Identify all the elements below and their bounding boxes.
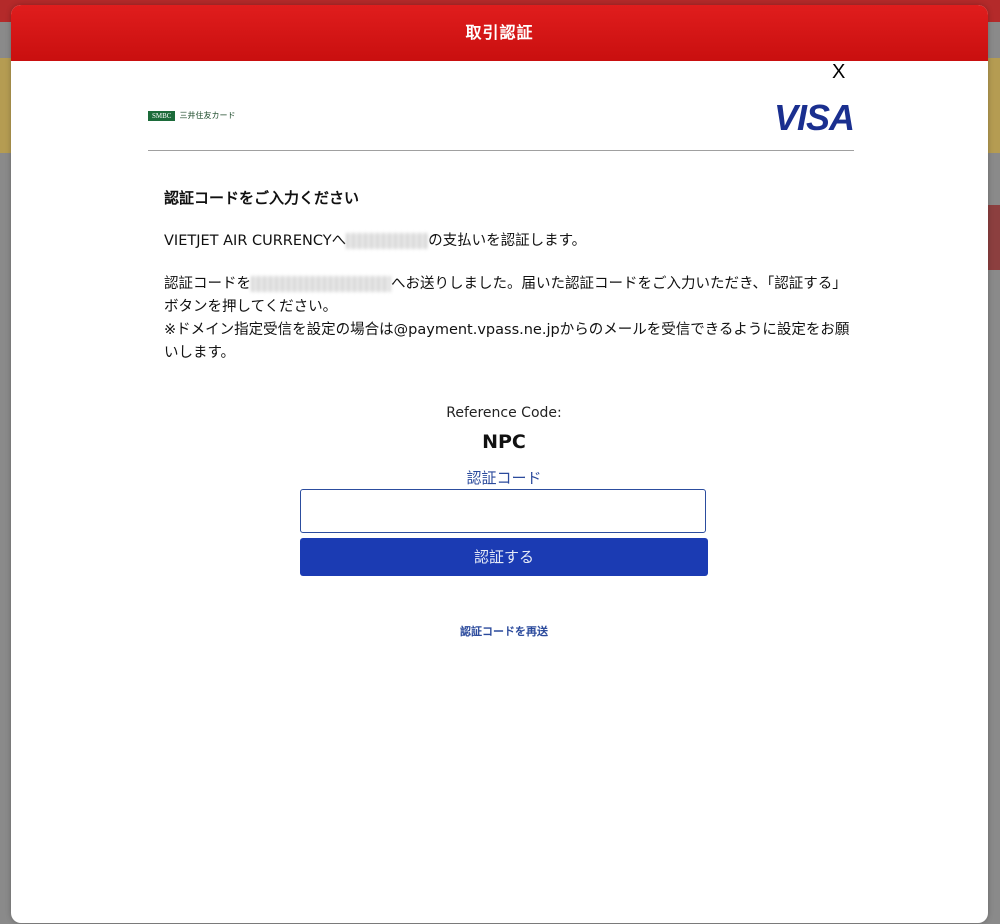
transaction-auth-modal: 取引認証 X SMBC 三井住友カード VISA 認証コードをご入力ください V… [11, 5, 988, 923]
sent-text: 認証コードを へお送りしました。届いた認証コードをご入力いただき、「認証する」ボタ… [164, 273, 854, 319]
smbc-logo: SMBC 三井住友カード [148, 110, 235, 121]
page-heading: 認証コードをご入力ください [164, 189, 360, 207]
smbc-name: 三井住友カード [179, 111, 236, 120]
payment-prefix: VIETJET AIR CURRENCYへ [164, 233, 347, 249]
payment-suffix: の支払いを認証します。 [428, 233, 587, 249]
message-body: 認証コードをご入力ください VIETJET AIR CURRENCYへ の支払いを… [164, 187, 854, 365]
payment-text: VIETJET AIR CURRENCYへ の支払いを認証します。 [164, 230, 854, 253]
visa-logo: VISA [773, 97, 855, 138]
domain-note: ※ドメイン指定受信を設定の場合は@payment.vpass.ne.jpからのメ… [164, 322, 850, 361]
sent-prefix: 認証コードを [164, 276, 251, 292]
brand-row: SMBC 三井住友カード VISA [148, 97, 855, 147]
close-button[interactable]: X [832, 61, 845, 84]
submit-button[interactable]: 認証する [300, 538, 708, 576]
redacted-email [251, 276, 391, 292]
background-page-block [988, 205, 1000, 270]
resend-code-link[interactable]: 認証コードを再送 [300, 623, 708, 639]
modal-title: 取引認証 [11, 5, 988, 61]
code-field-label: 認証コード [466, 469, 542, 487]
smbc-badge: SMBC [148, 110, 176, 121]
divider [148, 150, 854, 151]
code-input[interactable] [300, 489, 706, 533]
reference-code: NPC [482, 431, 526, 453]
redacted-amount [346, 233, 429, 249]
reference-label: Reference Code: [446, 405, 562, 421]
